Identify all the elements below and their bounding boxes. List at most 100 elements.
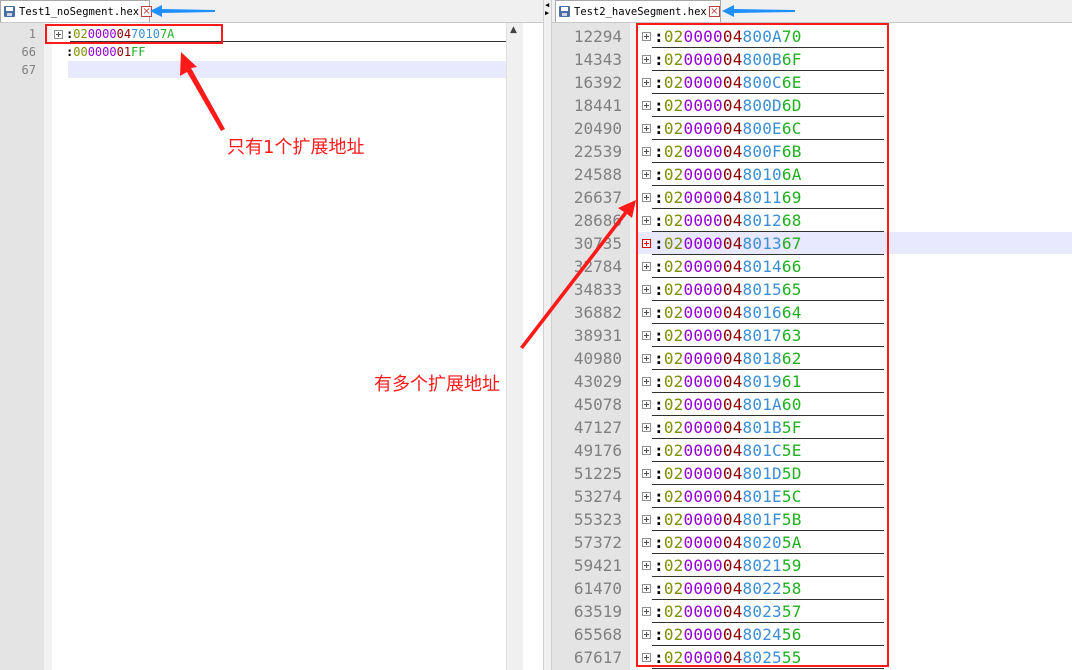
record-address: 0000 [683,464,723,483]
fold-toggle-icon[interactable] [642,78,651,87]
fold-toggle-icon[interactable] [642,193,651,202]
record-address: 0000 [683,211,723,230]
hex-record-line[interactable]: :02 0000 04 801B 5F [642,416,802,439]
fold-toggle-icon[interactable] [642,630,651,639]
hex-record-line[interactable]: :02 0000 04 8021 59 [642,554,802,577]
record-checksum: 5A [781,533,802,552]
vertical-scrollbar[interactable]: ▲ [506,23,523,670]
fold-toggle-icon[interactable] [642,469,651,478]
hex-record-line[interactable]: :02 0000 04 800F 6B [642,140,802,163]
record-type: 04 [722,648,743,667]
right-editor-pane: Test2_haveSegment.hex × 12294:02 0000 04 80… [552,0,1072,670]
close-icon[interactable]: × [141,6,153,17]
fold-toggle-icon[interactable] [642,584,651,593]
line-number: 16392 [573,73,622,92]
hex-record-line[interactable]: :02 0000 04 800B 6F [642,48,802,71]
fold-toggle-icon[interactable] [642,170,651,179]
fold-toggle-icon[interactable] [642,653,651,662]
hex-record-line[interactable]: :02 0000 04 8023 57 [642,600,802,623]
hex-record-line[interactable]: :02 0000 04 7010 7A [54,25,174,43]
hex-record-line[interactable]: :02 0000 04 800A 70 [642,25,802,48]
record-length: 02 [663,257,684,276]
record-length: 02 [663,556,684,575]
hex-record-line[interactable]: :02 0000 04 801A 60 [642,393,802,416]
fold-toggle-icon[interactable] [642,147,651,156]
line-number: 49176 [573,441,622,460]
hex-record-line[interactable]: :02 0000 04 800C 6E [642,71,802,94]
left-editor[interactable]: 1:02 0000 04 7010 7A 66:00 0000 01 FF 67 ▲ [0,23,543,670]
hex-record-line[interactable]: :02 0000 04 8014 66 [642,255,802,278]
splitter-left-arrow-icon[interactable]: ◀ [545,2,549,9]
line-number: 57372 [573,533,622,552]
close-icon[interactable]: × [708,6,720,17]
hex-record-line[interactable]: :02 0000 04 8018 62 [642,347,802,370]
record-length: 02 [663,464,684,483]
fold-toggle-icon[interactable] [642,515,651,524]
fold-toggle-icon[interactable] [642,32,651,41]
record-address: 0000 [683,510,723,529]
record-address: 0000 [683,50,723,69]
line-number: 32784 [573,257,622,276]
fold-toggle-icon[interactable] [642,400,651,409]
hex-record-line[interactable]: :02 0000 04 8013 67 [642,232,802,255]
record-length: 02 [663,372,684,391]
record-data: 801A [742,395,782,414]
hex-record-line[interactable]: :02 0000 04 8016 64 [642,301,802,324]
hex-record-line[interactable]: :02 0000 04 8017 63 [642,324,802,347]
hex-record-line[interactable]: :02 0000 04 8020 5A [642,531,802,554]
fold-toggle-icon[interactable] [642,124,651,133]
hex-record-line[interactable]: :02 0000 04 801C 5E [642,439,802,462]
record-length: 02 [663,27,684,46]
pane-splitter[interactable]: ◀ ▶ [543,0,552,670]
hex-record-line[interactable]: :02 0000 04 801F 5B [642,508,802,531]
line-number: 45078 [573,395,622,414]
fold-toggle-icon[interactable] [642,377,651,386]
record-data: 8011 [742,188,782,207]
fold-toggle-icon[interactable] [642,101,651,110]
hex-record-line[interactable]: :02 0000 04 8012 68 [642,209,802,232]
hex-record-line[interactable]: :02 0000 04 8010 6A [642,163,802,186]
line-number: 66 [21,45,36,59]
hex-record-line[interactable]: :02 0000 04 801E 5C [642,485,802,508]
current-line-highlight [68,61,523,78]
fold-toggle-icon[interactable] [642,55,651,64]
line-number: 30735 [573,234,622,253]
fold-toggle-icon[interactable] [642,308,651,317]
hex-record-line[interactable]: :02 0000 04 8022 58 [642,577,802,600]
fold-toggle-icon[interactable] [642,285,651,294]
tab-test2-havesegment[interactable]: Test2_haveSegment.hex × [555,0,721,22]
fold-toggle-icon[interactable] [642,262,651,271]
hex-record-line[interactable]: :02 0000 04 801D 5D [642,462,802,485]
hex-record-line[interactable]: :02 0000 04 8019 61 [642,370,802,393]
fold-toggle-icon[interactable] [642,216,651,225]
hex-record-line[interactable]: :02 0000 04 800D 6D [642,94,802,117]
hex-record-line[interactable]: :02 0000 04 8025 55 [642,646,802,669]
fold-toggle-icon[interactable] [642,561,651,570]
fold-toggle-icon[interactable] [642,607,651,616]
hex-record-line[interactable]: :02 0000 04 800E 6C [642,117,802,140]
fold-toggle-icon[interactable] [642,423,651,432]
hex-record-line[interactable]: :02 0000 04 8024 56 [642,623,802,646]
fold-toggle-icon[interactable] [642,331,651,340]
record-data: 801F [742,510,782,529]
fold-toggle-icon[interactable] [642,492,651,501]
record-length: 02 [73,27,88,41]
tab-test1-nosegment[interactable]: Test1_noSegment.hex × [0,0,153,22]
fold-toggle-icon[interactable] [54,29,63,39]
fold-toggle-icon[interactable] [642,538,651,547]
hex-record-line[interactable]: :02 0000 04 8011 69 [642,186,802,209]
splitter-right-arrow-icon[interactable]: ▶ [545,10,549,17]
record-start-colon: : [654,257,664,276]
hex-record-line[interactable]: :00 0000 01 FF [54,43,146,61]
right-editor[interactable]: 12294:02 0000 04 800A 70 14343:02 0000 04 800B 6F… [552,23,1072,670]
fold-toggle-icon[interactable] [642,354,651,363]
line-number: 1 [28,27,36,41]
fold-toggle-icon[interactable] [642,239,651,248]
record-length: 02 [663,211,684,230]
scroll-up-icon[interactable]: ▲ [510,25,517,35]
line-number: 22539 [573,142,622,161]
fold-toggle-icon[interactable] [642,446,651,455]
record-address: 0000 [683,257,723,276]
hex-record-line[interactable]: :02 0000 04 8015 65 [642,278,802,301]
record-start-colon: : [654,625,664,644]
